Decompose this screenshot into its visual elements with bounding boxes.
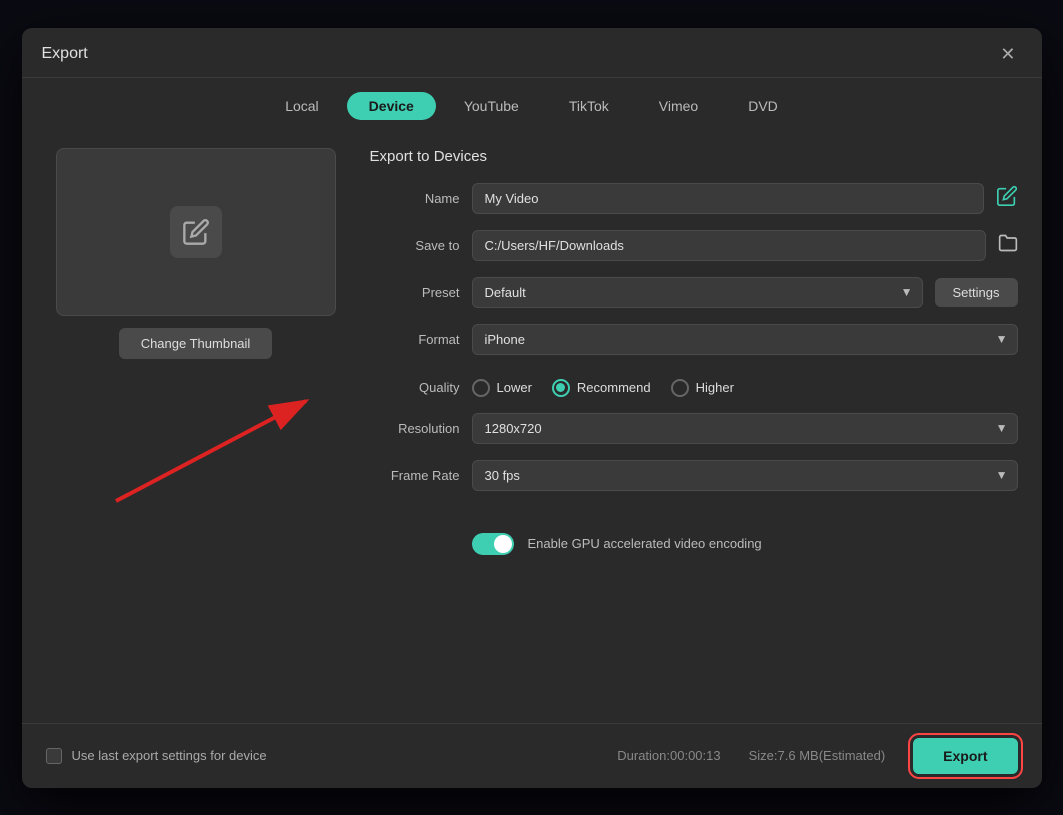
- dialog-title: Export: [42, 45, 88, 63]
- tab-dvd[interactable]: DVD: [726, 92, 800, 120]
- name-row: Name: [370, 183, 1018, 214]
- preset-select[interactable]: Default: [472, 277, 923, 308]
- quality-lower-label: Lower: [497, 380, 532, 395]
- tab-youtube[interactable]: YouTube: [442, 92, 541, 120]
- resolution-row: Resolution 1280x720 ▼: [370, 413, 1018, 444]
- quality-higher-label: Higher: [696, 380, 734, 395]
- gpu-toggle[interactable]: [472, 533, 514, 555]
- thumbnail-icon: [170, 206, 222, 258]
- duration-label: Duration:00:00:13: [617, 748, 720, 763]
- preset-label: Preset: [370, 285, 460, 300]
- frame-rate-row: Frame Rate 30 fps ▼: [370, 460, 1018, 491]
- frame-rate-select-wrapper: 30 fps ▼: [472, 460, 1018, 491]
- tabs-bar: Local Device YouTube TikTok Vimeo DVD: [22, 78, 1042, 132]
- title-bar: Export ✕: [22, 28, 1042, 78]
- resolution-select-wrapper: 1280x720 ▼: [472, 413, 1018, 444]
- left-panel: Change Thumbnail: [46, 148, 346, 707]
- quality-lower-option[interactable]: Lower: [472, 379, 532, 397]
- name-input[interactable]: [472, 183, 984, 214]
- tab-device[interactable]: Device: [347, 92, 436, 120]
- dialog-body: Change Thumbnail Export to Devices: [22, 132, 1042, 723]
- gpu-label: Enable GPU accelerated video encoding: [528, 536, 762, 551]
- size-label: Size:7.6 MB(Estimated): [749, 748, 886, 763]
- section-title: Export to Devices: [370, 148, 1018, 165]
- quality-higher-radio[interactable]: [671, 379, 689, 397]
- frame-rate-label: Frame Rate: [370, 468, 460, 483]
- use-last-checkbox[interactable]: [46, 748, 62, 764]
- format-select[interactable]: iPhone: [472, 324, 1018, 355]
- quality-options: Lower Recommend Higher: [472, 379, 1018, 397]
- format-label: Format: [370, 332, 460, 347]
- use-last-label: Use last export settings for device: [72, 748, 267, 763]
- quality-label: Quality: [370, 380, 460, 395]
- resolution-label: Resolution: [370, 421, 460, 436]
- quality-higher-option[interactable]: Higher: [671, 379, 734, 397]
- quality-recommend-option[interactable]: Recommend: [552, 379, 651, 397]
- ai-button[interactable]: [996, 185, 1018, 212]
- use-last-settings: Use last export settings for device: [46, 748, 267, 764]
- quality-lower-radio[interactable]: [472, 379, 490, 397]
- format-select-wrapper: iPhone ▼: [472, 324, 1018, 355]
- frame-rate-select[interactable]: 30 fps: [472, 460, 1018, 491]
- save-to-row: Save to: [370, 230, 1018, 261]
- preset-row: Preset Default ▼ Settings: [370, 277, 1018, 308]
- export-dialog: Export ✕ Local Device YouTube TikTok Vim…: [22, 28, 1042, 788]
- tab-local[interactable]: Local: [263, 92, 340, 120]
- folder-button[interactable]: [998, 233, 1018, 258]
- format-row: Format iPhone ▼: [370, 324, 1018, 355]
- export-button[interactable]: Export: [913, 738, 1017, 774]
- quality-recommend-label: Recommend: [577, 380, 651, 395]
- dialog-footer: Use last export settings for device Dura…: [22, 723, 1042, 788]
- save-to-label: Save to: [370, 238, 460, 253]
- quality-row: Quality Lower Recommend Higher: [370, 379, 1018, 397]
- gpu-row: Enable GPU accelerated video encoding: [370, 533, 1018, 555]
- arrow-annotation: [56, 381, 336, 521]
- footer-right: Duration:00:00:13 Size:7.6 MB(Estimated)…: [617, 738, 1017, 774]
- settings-button[interactable]: Settings: [935, 278, 1018, 307]
- right-panel: Export to Devices Name Save to: [370, 148, 1018, 707]
- preset-select-wrapper: Default ▼: [472, 277, 923, 308]
- name-label: Name: [370, 191, 460, 206]
- resolution-select[interactable]: 1280x720: [472, 413, 1018, 444]
- tab-vimeo[interactable]: Vimeo: [637, 92, 720, 120]
- save-to-input[interactable]: [472, 230, 986, 261]
- close-button[interactable]: ✕: [994, 42, 1021, 67]
- quality-recommend-radio[interactable]: [552, 379, 570, 397]
- change-thumbnail-button[interactable]: Change Thumbnail: [119, 328, 273, 359]
- thumbnail-preview: [56, 148, 336, 316]
- tab-tiktok[interactable]: TikTok: [547, 92, 631, 120]
